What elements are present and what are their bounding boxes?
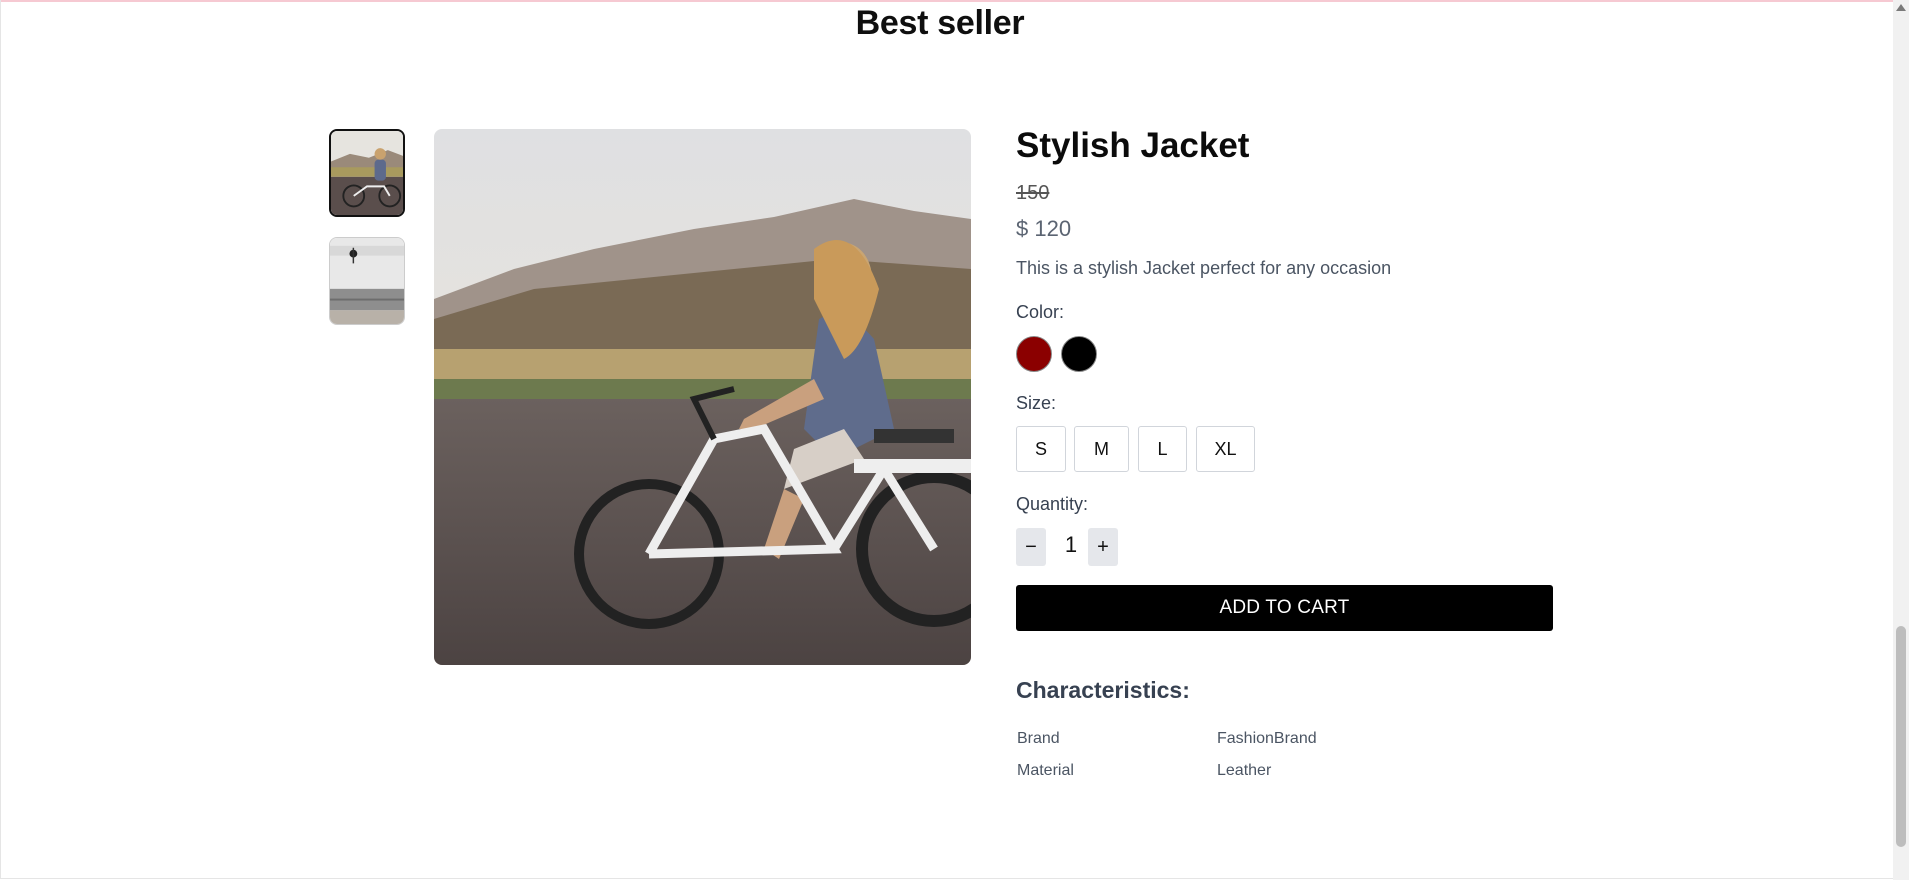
characteristic-value: FashionBrand [1217,730,1317,747]
quantity-label: Quantity: [1016,494,1089,514]
color-swatch-black[interactable] [1061,336,1097,372]
sale-price: $ 120 [1016,216,1072,241]
quantity-increment-button[interactable]: + [1088,528,1118,566]
original-price: 150 [1016,182,1050,204]
scroll-thumb[interactable] [1896,626,1906,847]
quantity-decrement-button[interactable]: − [1016,528,1046,566]
size-label: Size: [1016,393,1057,413]
product-thumbnail-2[interactable] [329,237,405,325]
vertical-scrollbar[interactable] [1893,0,1909,880]
left-border [0,0,1,878]
size-option-s[interactable]: S [1016,426,1066,472]
size-option-m[interactable]: M [1074,426,1129,472]
color-swatch-dark-red[interactable] [1016,336,1052,372]
size-option-l[interactable]: L [1138,426,1187,472]
product-title: Stylish Jacket [1016,126,1250,165]
section-title: Best seller [855,4,1025,42]
color-label: Color: [1016,302,1065,322]
woman-riding-bike-image [434,129,971,665]
top-divider [0,0,1893,2]
size-option-xl[interactable]: XL [1196,426,1255,472]
bottom-divider [0,878,1893,879]
characteristic-value: Leather [1217,762,1272,779]
characteristic-key: Material [1017,762,1074,779]
characteristic-key: Brand [1017,730,1060,747]
quantity-value: 1 [1064,532,1078,557]
product-main-image [434,129,971,665]
scroll-up-arrow-icon[interactable] [1896,4,1906,11]
product-description: This is a stylish Jacket perfect for any… [1016,258,1392,278]
wall-bench-thumbnail-image [330,238,404,324]
characteristics-title: Characteristics: [1016,677,1190,703]
product-thumbnail-1[interactable] [329,129,405,217]
bike-rider-thumbnail-image [331,131,403,215]
add-to-cart-button[interactable]: ADD TO CART [1016,585,1553,631]
